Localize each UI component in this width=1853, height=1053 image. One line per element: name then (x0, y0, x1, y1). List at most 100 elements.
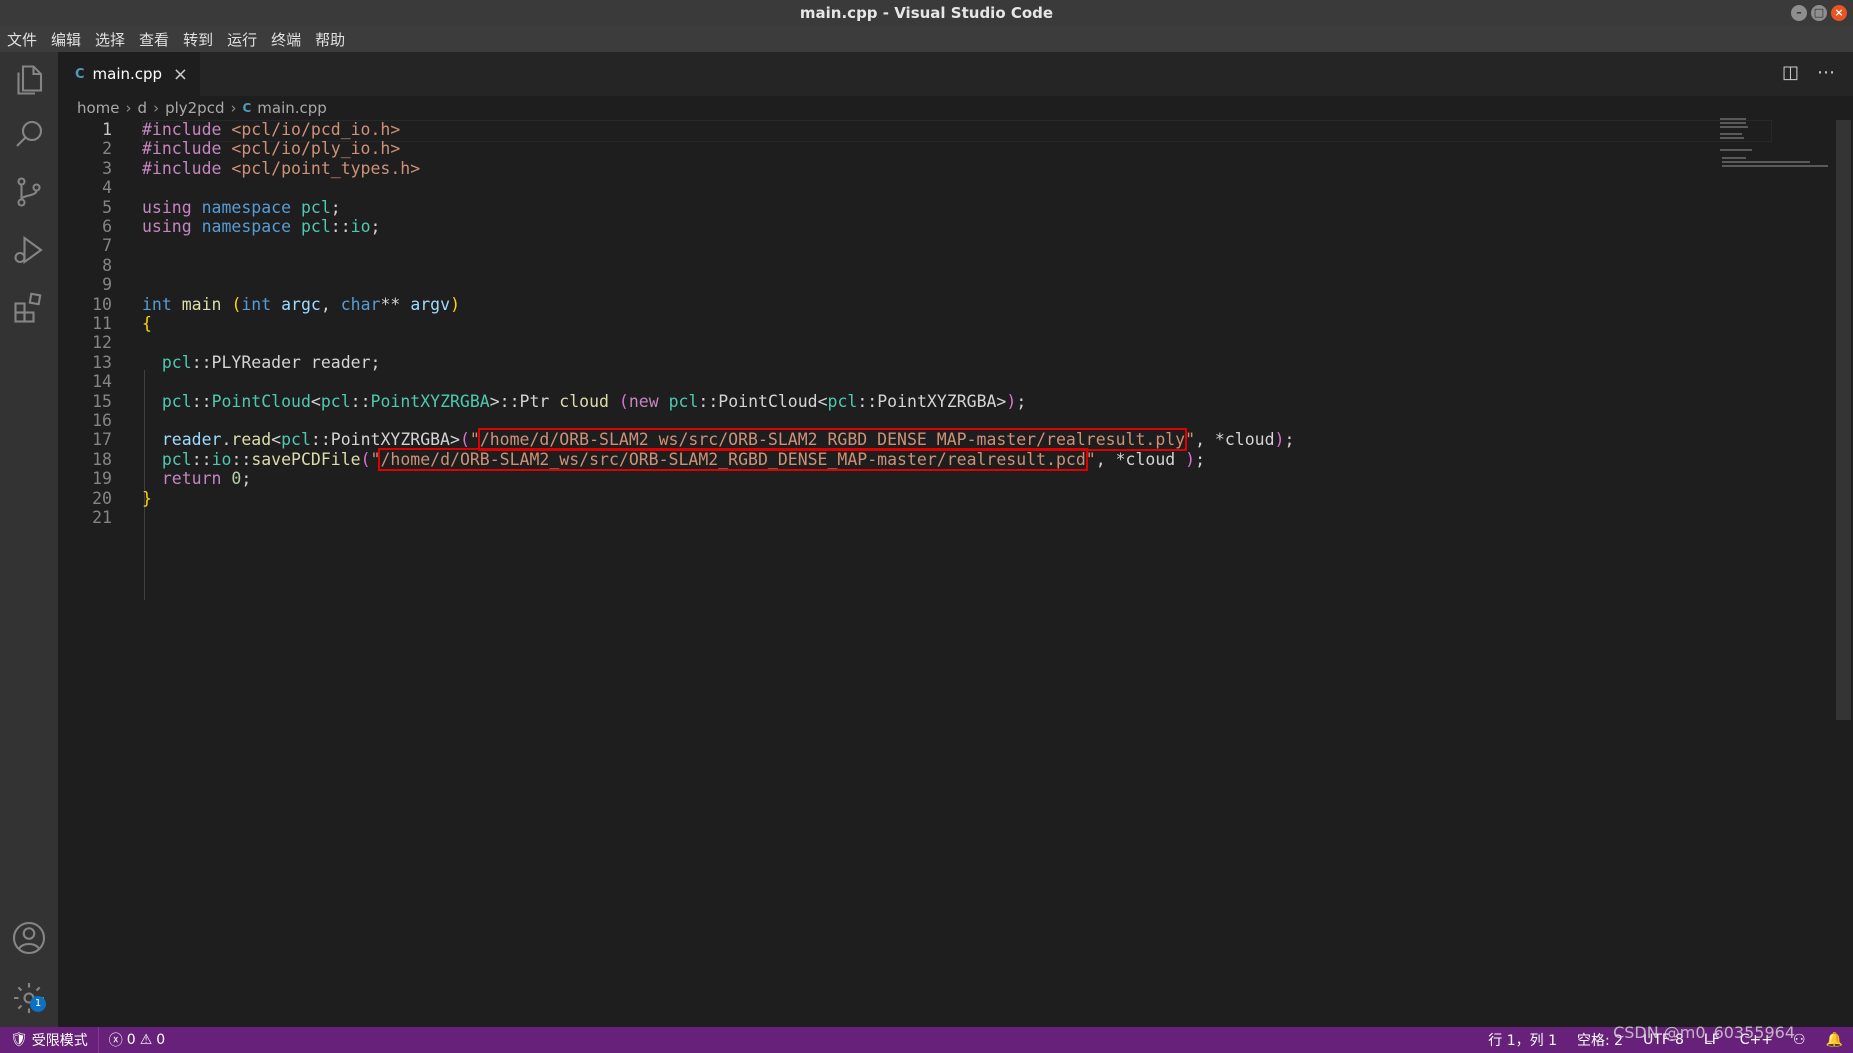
code-token: pcl (161, 352, 192, 372)
breadcrumb-home[interactable]: home (77, 99, 120, 117)
code-token: ; (1016, 391, 1027, 411)
code-token: char (340, 294, 381, 314)
code-token: io (211, 449, 232, 469)
code-token: " (1185, 430, 1196, 450)
code-token: ; (1284, 430, 1295, 450)
files-icon[interactable] (11, 62, 47, 98)
restricted-mode-label: 受限模式 (31, 1033, 88, 1049)
code-token: ( (231, 294, 242, 314)
code-token: #include (142, 139, 222, 159)
tab-main-cpp[interactable]: C main.cpp × (58, 52, 200, 96)
breadcrumb-file[interactable]: main.cpp (257, 99, 327, 117)
code-token: namespace (201, 217, 292, 236)
code-token: ; (330, 197, 341, 217)
code-token: pcl (300, 197, 331, 217)
code-token: using (142, 197, 192, 217)
code-token: { (142, 314, 152, 333)
code-token: return (161, 469, 222, 489)
code-token: pcl (827, 391, 858, 411)
code-token: 0 (231, 469, 242, 489)
code-token: ( (459, 430, 470, 450)
code-token: ::PointXYZRGBA> (857, 391, 1007, 411)
close-tab-icon[interactable]: × (173, 64, 188, 85)
code-token: reader (161, 430, 222, 450)
code-token: pcl (161, 391, 192, 411)
code-token: read (231, 430, 272, 450)
code-token: PointXYZRGBA (370, 391, 490, 411)
restricted-mode-indicator[interactable]: 🛡 受限模式 (0, 1027, 99, 1053)
menu-help[interactable]: 帮助 (308, 29, 352, 50)
code-token: ) (1006, 391, 1017, 411)
menu-file[interactable]: 文件 (0, 29, 44, 50)
code-token: pcl (668, 391, 699, 411)
code-token: ; (1195, 449, 1205, 469)
breadcrumb: home › d › ply2pcd › C main.cpp (77, 98, 327, 118)
menu-run[interactable]: 运行 (220, 29, 264, 50)
error-icon: ⓧ (108, 1033, 123, 1049)
cursor-position[interactable]: 行 1，列 1 (1478, 1030, 1567, 1050)
maximize-button[interactable]: □ (1811, 5, 1827, 21)
code-token: , (320, 294, 341, 314)
code-token: <pcl/io/pcd_io.h> (231, 120, 401, 139)
code-token: <pcl/point_types.h> (231, 158, 421, 178)
more-actions-icon[interactable]: ⋯ (1817, 62, 1835, 83)
code-token: <pcl/io/ply_io.h> (231, 139, 401, 159)
code-token: ( (360, 449, 371, 469)
code-token: ::PointCloud< (698, 391, 828, 411)
chevron-right-icon: › (153, 99, 160, 117)
breadcrumb-d[interactable]: d (138, 99, 148, 117)
line-number: 21 (92, 508, 112, 527)
notifications-bell-icon[interactable]: 🔔 (1816, 1032, 1853, 1048)
activity-bar (0, 52, 58, 1027)
code-token: >::Ptr (489, 391, 560, 411)
breadcrumb-ply2pcd[interactable]: ply2pcd (165, 99, 224, 117)
code-token: :: (191, 449, 212, 469)
window-title: main.cpp - Visual Studio Code (799, 4, 1054, 22)
menu-go[interactable]: 转到 (176, 29, 220, 50)
minimize-button[interactable]: – (1791, 5, 1807, 21)
code-token: ** (380, 294, 411, 314)
code-token: } (142, 488, 152, 508)
minimap[interactable] (1720, 118, 1830, 168)
run-debug-icon[interactable] (11, 232, 47, 268)
problems-indicator[interactable]: ⓧ 0 ⚠ 0 (99, 1030, 175, 1050)
menu-edit[interactable]: 编辑 (44, 29, 88, 50)
code-token: ::PLYReader reader; (191, 352, 381, 372)
menu-terminal[interactable]: 终端 (264, 29, 308, 50)
code-token: ( (618, 391, 629, 411)
tabs-bar: C main.cpp × ◫ ⋯ (58, 52, 1853, 96)
shield-icon: 🛡 (10, 1032, 28, 1048)
code-token: pcl (300, 217, 331, 236)
code-token: :: (330, 217, 351, 236)
code-line[interactable]: 21 (58, 506, 1718, 529)
code-token: argc (281, 294, 321, 314)
menu-view[interactable]: 查看 (132, 29, 176, 50)
search-icon[interactable] (11, 116, 47, 152)
settings-badge: 1 (30, 996, 46, 1012)
status-bar: 🛡 受限模式 ⓧ 0 ⚠ 0 行 1，列 1 空格: 2 UTF-8 LF C+… (0, 1027, 1853, 1053)
split-editor-icon[interactable]: ◫ (1782, 62, 1799, 83)
code-editor[interactable]: 1 #include <pcl/io/pcd_io.h> 2 #include <pc… (58, 120, 1853, 1027)
extensions-icon[interactable] (11, 290, 47, 326)
code-token: pcl (320, 391, 351, 411)
code-token: ; (370, 217, 381, 236)
code-token: ) (1274, 430, 1285, 450)
code-token: main (181, 294, 222, 314)
vertical-scrollbar[interactable] (1836, 120, 1851, 720)
account-icon[interactable] (11, 920, 47, 956)
code-token: :: (191, 391, 212, 411)
code-token: " (1085, 449, 1096, 469)
close-window-button[interactable]: × (1831, 5, 1847, 21)
source-control-icon[interactable] (11, 174, 47, 210)
menu-selection[interactable]: 选择 (88, 29, 132, 50)
